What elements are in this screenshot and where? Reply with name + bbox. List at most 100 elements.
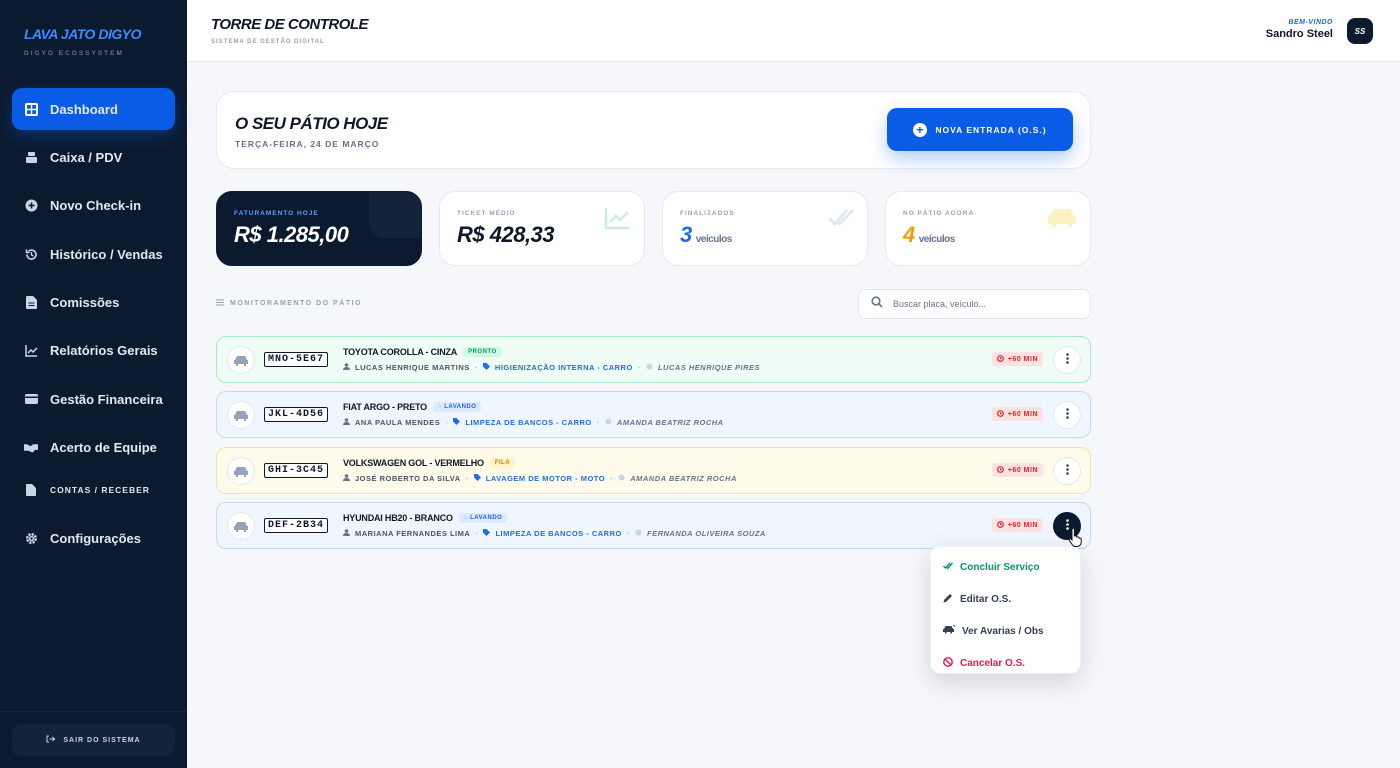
menu-item-label: Editar O.S. [960,593,1012,605]
more-vertical-icon [1065,462,1069,480]
table-row[interactable]: JKL-4D56 FIAT ARGO - PRETO ◌ LAVANDO ANA… [216,391,1091,438]
sidebar-item-relatorios-gerais[interactable]: Relatórios Gerais [12,330,175,372]
spinner-icon: ◌ [463,515,468,521]
stat-value: 3 [680,222,692,247]
worker-name: AMANDA BEATRIZ ROCHA [616,418,724,427]
double-check-icon [827,206,855,235]
row-actions-menu: Concluir Serviço Editar O.S. Ver Avarias… [930,546,1081,674]
worker-icon [618,474,625,483]
vehicle-meta: LUCAS HENRIQUE MARTINS • HIGIENIZAÇÃO IN… [343,363,760,372]
row-actions-button[interactable] [1053,401,1081,429]
license-plate: DEF-2B34 [264,518,328,533]
stat-value: R$ 1.285,00 [234,222,349,247]
worker-icon [635,529,642,538]
yard-summary-card: O SEU PÁTIO HOJE TERÇA-FEIRA, 24 DE MARÇ… [216,91,1091,169]
elapsed-time-badge: +60 MIN [991,352,1043,366]
yard-title: O SEU PÁTIO HOJE [235,114,388,133]
customer-name: JOSÉ ROBERTO DA SILVA [355,474,461,483]
sidebar-item-label: Comissões [50,295,120,311]
car-icon [227,512,255,540]
stat-card-ticket: TICKET MÉDIO R$ 428,33 [439,191,645,266]
license-plate: JKL-4D56 [264,407,328,422]
logout-button[interactable]: SAIR DO SISTEMA [12,724,175,756]
cash-register-icon [24,150,38,164]
grid-icon [24,102,38,116]
brand: LAVA JATO DIGYO DIGYO ECOSSYSTEM [0,0,187,76]
elapsed-time: +60 MIN [1007,521,1038,529]
history-icon [24,247,38,261]
row-actions-button[interactable] [1053,457,1081,485]
status-label: LAVANDO [470,515,503,521]
sidebar-item-configuracoes[interactable]: Configurações [12,517,175,559]
logout-icon [46,735,56,745]
table-row[interactable]: MNO-5E67 TOYOTA COROLLA - CINZA PRONTO L… [216,336,1091,383]
vehicle-meta: ANA PAULA MENDES • LIMPEZA DE BANCOS - C… [343,418,724,427]
menu-item-concluir-servico[interactable]: Concluir Serviço [931,551,1080,583]
separator: • [474,363,478,372]
car-icon [1046,206,1078,233]
car-icon [227,401,255,429]
worker-name: AMANDA BEATRIZ ROCHA [630,474,737,483]
user-icon [343,529,350,538]
avatar[interactable]: SS [1347,18,1373,44]
stat-card-yard: NO PÁTIO AGORA 4 veículos [885,191,1091,266]
new-entry-button[interactable]: + NOVA ENTRADA (O.S.) [887,108,1073,151]
sidebar: LAVA JATO DIGYO DIGYO ECOSSYSTEM Dashboa… [0,0,187,768]
vehicle-title: FIAT ARGO - PRETO ◌ LAVANDO [343,402,482,412]
trend-chart-icon [604,206,632,235]
user-icon [343,418,350,427]
elapsed-time: +60 MIN [1007,355,1038,363]
welcome-block: BEM-VINDO Sandro Steel [1266,19,1333,40]
ban-icon [943,656,953,670]
search-input[interactable] [893,299,1073,309]
stat-value: R$ 428,33 [457,222,555,247]
separator: • [445,418,449,427]
sidebar-item-dashboard[interactable]: Dashboard [12,88,175,130]
sidebar-item-label: Relatórios Gerais [50,343,158,359]
sidebar-item-acerto-de-equipe[interactable]: Acerto de Equipe [12,427,175,469]
invoice-icon [24,483,38,497]
service-name: LAVAGEM DE MOTOR - MOTO [485,474,606,483]
separator: • [596,418,600,427]
stat-label: FATURAMENTO HOJE [234,210,319,217]
separator: • [610,474,614,483]
separator: • [465,474,469,483]
more-vertical-icon [1065,351,1069,369]
page-title: TORRE DE CONTROLE [211,16,369,33]
stat-label: TICKET MÉDIO [457,210,516,217]
sidebar-item-comissoes[interactable]: Comissões [12,282,175,324]
clock-icon [996,520,1004,530]
brand-subtitle: DIGYO ECOSSYSTEM [24,50,124,57]
menu-item-label: Ver Avarias / Obs [962,625,1044,637]
user-name: Sandro Steel [1265,28,1333,40]
sidebar-item-caixa-pdv[interactable]: Caixa / PDV [12,136,175,178]
sidebar-item-gestao-financeira[interactable]: Gestão Financeira [12,378,175,420]
sidebar-item-historico-vendas[interactable]: Histórico / Vendas [12,233,175,275]
car-icon [227,457,255,485]
row-actions-button[interactable] [1053,346,1081,374]
stat-value-group: 4 veículos [903,222,955,248]
gear-icon [24,531,38,545]
search-box[interactable] [858,289,1091,319]
status-badge: ◌ LAVANDO [458,513,508,523]
stat-label: NO PÁTIO AGORA [903,210,975,217]
table-row[interactable]: GHI-3C45 VOLKSWAGEN GOL - VERMELHO FILA … [216,447,1091,494]
menu-item-cancelar-os[interactable]: Cancelar O.S. [931,647,1080,679]
sidebar-item-label: Gestão Financeira [50,391,163,407]
table-row[interactable]: DEF-2B34 HYUNDAI HB20 - BRANCO ◌ LAVANDO… [216,502,1091,549]
elapsed-time-badge: +60 MIN [991,463,1043,477]
menu-item-label: Cancelar O.S. [960,657,1026,669]
sidebar-nav: Dashboard Caixa / PDV Novo Check-in Hist… [0,76,187,566]
worker-icon [646,363,653,372]
menu-item-ver-avarias[interactable]: Ver Avarias / Obs [931,615,1080,647]
menu-item-editar-os[interactable]: Editar O.S. [931,583,1080,615]
service-name: LIMPEZA DE BANCOS - CARRO [495,529,622,538]
sidebar-item-novo-check-in[interactable]: Novo Check-in [12,185,175,227]
service-name: LIMPEZA DE BANCOS - CARRO [465,418,592,427]
handshake-icon [24,441,38,455]
sidebar-item-contas-receber[interactable]: CONTAS / RECEBER [12,475,175,505]
status-label: LAVANDO [444,404,477,410]
elapsed-time-badge: +60 MIN [991,518,1043,532]
car-icon [227,346,255,374]
elapsed-time: +60 MIN [1007,410,1038,418]
